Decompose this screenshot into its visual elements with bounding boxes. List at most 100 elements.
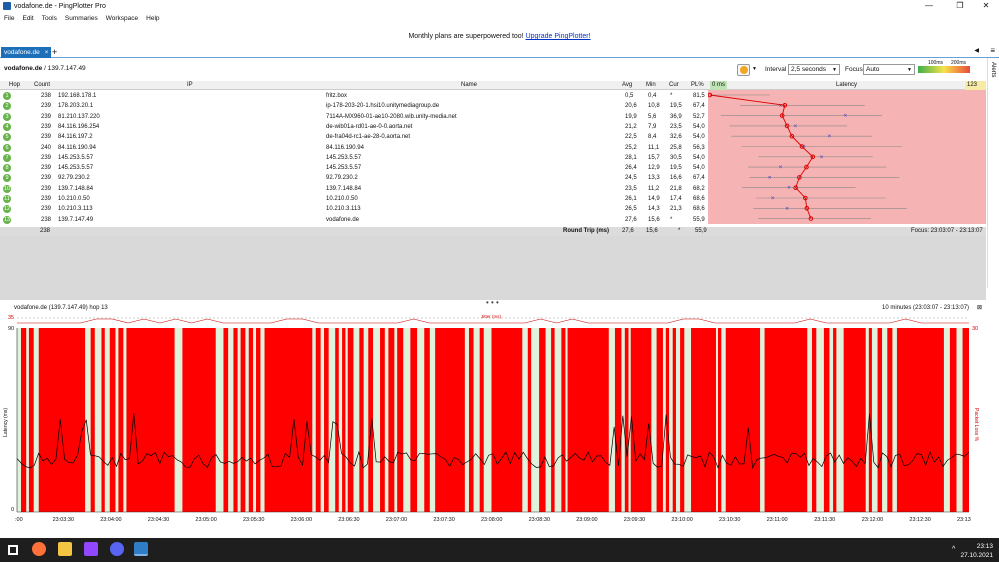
tab-menu-icon[interactable]: ≡ bbox=[990, 46, 995, 55]
latency-current-point: × bbox=[787, 186, 791, 192]
table-row[interactable]: 3 239 81.210.137.220 7114A-MX960-01-ae10-20… bbox=[0, 112, 708, 122]
col-hop[interactable]: Hop bbox=[9, 81, 20, 90]
menu-summaries[interactable]: Summaries bbox=[65, 15, 98, 22]
latency-current-point: × bbox=[828, 134, 832, 140]
cell-hop: 9 bbox=[3, 174, 11, 183]
add-tab-button[interactable]: + bbox=[52, 46, 57, 58]
menu-file[interactable]: File bbox=[4, 15, 14, 22]
window-title: vodafone.de - PingPlotter Pro bbox=[14, 2, 106, 10]
total-min: 15,6 bbox=[646, 228, 658, 234]
cell-name: de-wib01a-rd01-ae-0-0.aorta.net bbox=[326, 123, 413, 130]
chevron-down-icon[interactable]: ▼ bbox=[752, 66, 757, 72]
cell-cur: 30,5 bbox=[670, 154, 682, 161]
packet-loss-bar bbox=[962, 328, 969, 512]
round-trip-row: 238 Round Trip (ms) 27,6 15,6 * 55,9 Foc… bbox=[0, 227, 986, 236]
table-row[interactable]: 4 239 84.116.196.254 de-wib01a-rd01-ae-0-0.… bbox=[0, 122, 708, 132]
table-row[interactable]: 12 239 10.210.3.113 10.210.3.113 26,5 14,3 21,… bbox=[0, 204, 708, 214]
cell-min: 15,7 bbox=[648, 154, 660, 161]
cell-min: 14,9 bbox=[648, 196, 660, 202]
timeline-graph[interactable]: :00 23:03:30 23:04:00 23:04:30 23:05:00 23:05… bbox=[0, 312, 986, 525]
col-pl[interactable]: PL% bbox=[691, 81, 704, 90]
table-row[interactable]: 2 239 178.203.20.1 ip-178-203-20-1.hsi10.un… bbox=[0, 101, 708, 111]
cell-hop: 8 bbox=[3, 164, 11, 173]
tab-vodafone[interactable]: vodafone.de × bbox=[1, 47, 52, 58]
focus-value: Auto bbox=[866, 66, 880, 73]
col-avg[interactable]: Avg bbox=[622, 81, 632, 90]
table-row[interactable]: 11 239 10.210.0.50 10.210.0.50 26,1 14,9 17,4 6… bbox=[0, 194, 708, 204]
discord-icon[interactable] bbox=[110, 542, 124, 556]
packet-loss-bar bbox=[118, 328, 124, 512]
file-explorer-icon[interactable] bbox=[58, 542, 72, 556]
tray-chevron-icon[interactable]: ^ bbox=[952, 546, 955, 553]
packet-loss-bar bbox=[843, 328, 866, 512]
cell-ip: 10.210.0.50 bbox=[58, 196, 90, 202]
table-row[interactable]: 9 239 92.79.230.2 92.79.230.2 24,5 13,3 16,6 67… bbox=[0, 173, 708, 183]
pause-button[interactable] bbox=[737, 64, 750, 76]
time-tick-label: 23:09:30 bbox=[624, 517, 645, 523]
target-ip: / 139.7.147.49 bbox=[44, 65, 86, 72]
col-cur[interactable]: Cur bbox=[669, 81, 679, 90]
packet-loss-bar bbox=[567, 328, 609, 512]
close-button[interactable]: ✕ bbox=[973, 0, 999, 12]
cell-cur: 17,4 bbox=[670, 196, 682, 202]
latency-current-point: × bbox=[844, 114, 848, 120]
maximize-button[interactable]: ❐ bbox=[947, 0, 973, 12]
promo-banner: Monthly plans are superpowered too! Upgr… bbox=[0, 24, 999, 46]
table-row[interactable]: 13 238 139.7.147.49 vodafone.de 27,6 15,6 * 55,… bbox=[0, 215, 708, 225]
upgrade-link[interactable]: Upgrade PingPlotter! bbox=[526, 33, 591, 40]
table-header: Hop Count IP Name Avg Min Cur PL% 0 ms L… bbox=[0, 81, 986, 99]
col-name[interactable]: Name bbox=[461, 81, 477, 90]
packet-loss-bar bbox=[614, 328, 622, 512]
table-row[interactable]: 1 238 192.168.178.1 fritz.box 0,5 0,4 * 81,5 bbox=[0, 91, 708, 101]
table-row[interactable]: 6 240 84.116.190.94 84.116.190.94 25,2 11,1 25… bbox=[0, 143, 708, 153]
cell-pl: 81,5 bbox=[693, 93, 705, 99]
graph-title: vodafone.de (139.7.147.49) hop 13 bbox=[14, 305, 108, 311]
cell-pl: 54,0 bbox=[693, 134, 705, 141]
time-tick-label: :00 bbox=[15, 517, 23, 523]
packet-loss-bar bbox=[380, 328, 385, 512]
twitch-icon[interactable] bbox=[84, 542, 98, 556]
windows-start-icon[interactable] bbox=[8, 545, 18, 555]
chevron-left-icon[interactable]: ◀ bbox=[974, 47, 979, 54]
scale-high: 200ms bbox=[951, 60, 967, 66]
interval-label: Interval bbox=[765, 66, 787, 73]
latency-current-point: × bbox=[779, 165, 783, 171]
cell-count: 239 bbox=[41, 154, 52, 161]
time-tick-label: 23:06:30 bbox=[338, 517, 359, 523]
latency-axis-top: 90 bbox=[8, 326, 15, 332]
alerts-sidebar[interactable]: Alerts bbox=[987, 58, 999, 288]
col-count[interactable]: Count bbox=[34, 81, 50, 90]
clock[interactable]: 23:13 27.10.2021 bbox=[960, 542, 993, 560]
pingplotter-icon[interactable] bbox=[134, 542, 148, 556]
time-tick-label: 23:05:30 bbox=[243, 517, 264, 523]
target-name: vodafone.de bbox=[4, 65, 43, 72]
packet-loss-bar bbox=[491, 328, 523, 512]
minimize-button[interactable]: — bbox=[916, 0, 942, 12]
cell-cur: 16,6 bbox=[670, 175, 682, 182]
time-tick-label: 23:03:30 bbox=[53, 517, 74, 523]
col-min[interactable]: Min bbox=[646, 81, 656, 90]
tab-close-icon[interactable]: × bbox=[45, 49, 49, 56]
focus-range: Focus: 23:03:07 - 23:13:07 bbox=[911, 228, 983, 234]
title-bar: vodafone.de - PingPlotter Pro — ❐ ✕ bbox=[0, 0, 999, 12]
menu-help[interactable]: Help bbox=[146, 15, 159, 22]
menu-edit[interactable]: Edit bbox=[22, 15, 33, 22]
col-latency[interactable]: Latency bbox=[836, 81, 857, 90]
banner-text: Monthly plans are superpowered too! bbox=[408, 33, 526, 40]
menu-tools[interactable]: Tools bbox=[42, 15, 57, 22]
close-icon[interactable]: ⊠ bbox=[977, 304, 982, 311]
cell-avg: 26,4 bbox=[625, 165, 637, 172]
packet-loss-bar bbox=[28, 328, 34, 512]
table-row[interactable]: 10 239 139.7.148.84 139.7.148.84 23,5 11,2 21,… bbox=[0, 184, 708, 194]
packet-loss-bar bbox=[823, 328, 830, 512]
table-row[interactable]: 8 239 145.253.5.57 145.253.5.57 26,4 12,9 19,5… bbox=[0, 163, 708, 173]
col-ip[interactable]: IP bbox=[187, 81, 193, 90]
timeline-svg: :00 23:03:30 23:04:00 23:04:30 23:05:00 23:05… bbox=[15, 317, 971, 523]
table-row[interactable]: 7 239 145.253.5.57 145.253.5.57 28,1 15,7 30,5… bbox=[0, 153, 708, 163]
table-row[interactable]: 5 239 84.116.197.2 de-fra04d-rc1-ae-28-0.ao… bbox=[0, 132, 708, 142]
menu-workspace[interactable]: Workspace bbox=[106, 15, 138, 22]
focus-select[interactable]: Auto ▼ bbox=[863, 64, 915, 75]
cell-avg: 22,5 bbox=[625, 134, 637, 141]
interval-select[interactable]: 2,5 seconds ▼ bbox=[788, 64, 840, 75]
firefox-icon[interactable] bbox=[32, 542, 46, 556]
